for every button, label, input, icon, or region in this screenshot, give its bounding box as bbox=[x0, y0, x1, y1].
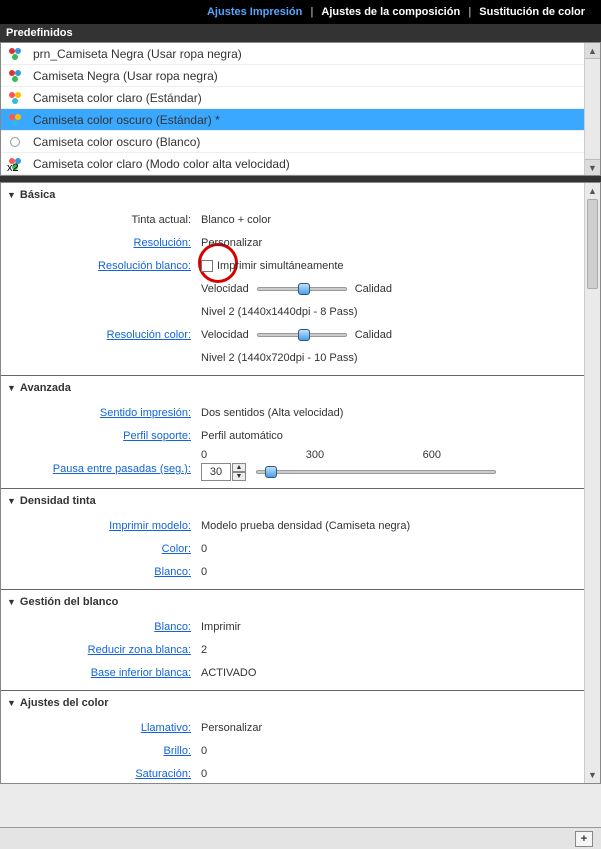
scroll-down-icon[interactable]: ▼ bbox=[585, 767, 600, 783]
preset-icon bbox=[7, 90, 23, 106]
content-scrollbar[interactable]: ▲ ▼ bbox=[584, 183, 600, 783]
preset-label: Camiseta Negra (Usar ropa negra) bbox=[33, 69, 218, 83]
label-resolution[interactable]: Resolución: bbox=[1, 237, 201, 249]
preset-icon bbox=[7, 46, 23, 62]
preset-x2-icon: x2 bbox=[7, 156, 23, 172]
value-brightness: 0 bbox=[201, 745, 600, 757]
add-button[interactable]: + bbox=[575, 831, 593, 847]
color-quality-slider[interactable]: Velocidad Calidad bbox=[201, 329, 600, 341]
value-color-level: Nivel 2 (1440x720dpi - 10 Pass) bbox=[201, 352, 600, 364]
preset-label: Camiseta color oscuro (Blanco) bbox=[33, 135, 200, 149]
presets-list: prn_Camiseta Negra (Usar ropa negra) Cam… bbox=[0, 42, 601, 176]
value-reduce-white-area: 2 bbox=[201, 644, 600, 656]
section-header-basic[interactable]: ▼Básica bbox=[1, 183, 600, 207]
collapse-triangle-icon: ▼ bbox=[7, 597, 16, 607]
value-media-profile: Perfil automático bbox=[201, 430, 600, 442]
preset-empty-icon bbox=[7, 134, 23, 150]
footer-bar: + bbox=[0, 827, 601, 849]
value-white-underbase: ACTIVADO bbox=[201, 667, 600, 679]
label-ink-white[interactable]: Blanco: bbox=[1, 566, 201, 578]
pause-input[interactable] bbox=[201, 463, 231, 481]
label-color-resolution[interactable]: Resolución color: bbox=[1, 329, 201, 341]
slider-label-quality: Calidad bbox=[355, 329, 392, 341]
slider-thumb[interactable] bbox=[298, 329, 310, 341]
preset-scrollbar[interactable]: ▲ ▼ bbox=[584, 43, 600, 175]
slider-thumb[interactable] bbox=[298, 283, 310, 295]
preset-icon bbox=[7, 68, 23, 84]
collapse-triangle-icon: ▼ bbox=[7, 496, 16, 506]
scrollbar-thumb[interactable] bbox=[587, 199, 598, 289]
value-white-level: Nivel 2 (1440x1440dpi - 8 Pass) bbox=[201, 306, 600, 318]
section-advanced: ▼Avanzada Sentido impresión:Dos sentidos… bbox=[1, 376, 600, 489]
section-header-color-adjustments[interactable]: ▼Ajustes del color bbox=[1, 691, 600, 715]
checkbox-simultaneous[interactable] bbox=[201, 260, 213, 272]
slider-thumb[interactable] bbox=[265, 466, 277, 478]
scroll-down-icon[interactable]: ▼ bbox=[585, 159, 600, 175]
section-basic: ▼Básica Tinta actual:Blanco + color Reso… bbox=[1, 183, 600, 376]
value-ink-white: 0 bbox=[201, 566, 600, 578]
value-current-ink: Blanco + color bbox=[201, 214, 600, 226]
label-reduce-white-area[interactable]: Reducir zona blanca: bbox=[1, 644, 201, 656]
label-pause-between-passes[interactable]: Pausa entre pasadas (seg.): bbox=[1, 463, 201, 475]
settings-panel: ▼Básica Tinta actual:Blanco + color Reso… bbox=[0, 182, 601, 784]
value-print-model: Modelo prueba densidad (Camiseta negra) bbox=[201, 520, 600, 532]
preset-item[interactable]: Camiseta color claro (Estándar) bbox=[1, 87, 600, 109]
white-quality-slider[interactable]: Velocidad Calidad bbox=[201, 283, 600, 295]
label-current-ink: Tinta actual: bbox=[1, 214, 201, 226]
section-white-management: ▼Gestión del blanco Blanco:Imprimir Redu… bbox=[1, 590, 600, 691]
section-header-white-management[interactable]: ▼Gestión del blanco bbox=[1, 590, 600, 614]
slider-label-speed: Velocidad bbox=[201, 283, 249, 295]
top-tab-bar: Ajustes Impresión | Ajustes de la compos… bbox=[0, 0, 601, 24]
spinner-up-icon[interactable]: ▲ bbox=[232, 463, 246, 472]
tab-layout-settings[interactable]: Ajustes de la composición bbox=[313, 6, 468, 18]
preset-item-selected[interactable]: Camiseta color oscuro (Estándar) * bbox=[1, 109, 600, 131]
label-print-model[interactable]: Imprimir modelo: bbox=[1, 520, 201, 532]
preset-item[interactable]: prn_Camiseta Negra (Usar ropa negra) bbox=[1, 43, 600, 65]
section-header-ink-density[interactable]: ▼Densidad tinta bbox=[1, 489, 600, 513]
collapse-triangle-icon: ▼ bbox=[7, 190, 16, 200]
tab-color-substitution[interactable]: Sustitución de color bbox=[471, 6, 593, 18]
label-white-resolution[interactable]: Resolución blanco: bbox=[1, 260, 201, 272]
svg-text:x2: x2 bbox=[7, 162, 19, 172]
preset-label: Camiseta color claro (Estándar) bbox=[33, 91, 202, 105]
label-print-direction[interactable]: Sentido impresión: bbox=[1, 407, 201, 419]
preset-label: prn_Camiseta Negra (Usar ropa negra) bbox=[33, 47, 242, 61]
value-resolution: Personalizar bbox=[201, 237, 600, 249]
slider-label-quality: Calidad bbox=[355, 283, 392, 295]
preset-item[interactable]: Camiseta Negra (Usar ropa negra) bbox=[1, 65, 600, 87]
collapse-triangle-icon: ▼ bbox=[7, 698, 16, 708]
scroll-up-icon[interactable]: ▲ bbox=[585, 183, 600, 199]
label-white-underbase[interactable]: Base inferior blanca: bbox=[1, 667, 201, 679]
pause-spinner[interactable]: ▲▼ bbox=[201, 463, 246, 481]
preset-icon bbox=[7, 112, 23, 128]
value-saturation: 0 bbox=[201, 768, 600, 780]
pause-slider-ticks: 0300600 bbox=[201, 449, 441, 461]
value-print-direction: Dos sentidos (Alta velocidad) bbox=[201, 407, 600, 419]
presets-header: Predefinidos bbox=[0, 24, 601, 42]
collapse-triangle-icon: ▼ bbox=[7, 383, 16, 393]
preset-label: Camiseta color oscuro (Estándar) * bbox=[33, 113, 220, 127]
label-white[interactable]: Blanco: bbox=[1, 621, 201, 633]
checkbox-simultaneous-label: Imprimir simultáneamente bbox=[217, 260, 344, 272]
preset-label: Camiseta color claro (Modo color alta ve… bbox=[33, 157, 290, 171]
label-media-profile[interactable]: Perfil soporte: bbox=[1, 430, 201, 442]
section-ink-density: ▼Densidad tinta Imprimir modelo:Modelo p… bbox=[1, 489, 600, 590]
value-white: Imprimir bbox=[201, 621, 600, 633]
tab-print-settings[interactable]: Ajustes Impresión bbox=[199, 6, 310, 18]
scroll-up-icon[interactable]: ▲ bbox=[585, 43, 600, 59]
label-saturation[interactable]: Saturación: bbox=[1, 768, 201, 780]
value-vivid: Personalizar bbox=[201, 722, 600, 734]
label-ink-color[interactable]: Color: bbox=[1, 543, 201, 555]
slider-label-speed: Velocidad bbox=[201, 329, 249, 341]
section-color-adjustments: ▼Ajustes del color Llamativo:Personaliza… bbox=[1, 691, 600, 784]
section-header-advanced[interactable]: ▼Avanzada bbox=[1, 376, 600, 400]
preset-item[interactable]: Camiseta color oscuro (Blanco) bbox=[1, 131, 600, 153]
label-brightness[interactable]: Brillo: bbox=[1, 745, 201, 757]
label-vivid[interactable]: Llamativo: bbox=[1, 722, 201, 734]
preset-item[interactable]: x2 Camiseta color claro (Modo color alta… bbox=[1, 153, 600, 175]
spinner-down-icon[interactable]: ▼ bbox=[232, 472, 246, 481]
pause-slider[interactable] bbox=[256, 470, 496, 474]
value-ink-color: 0 bbox=[201, 543, 600, 555]
